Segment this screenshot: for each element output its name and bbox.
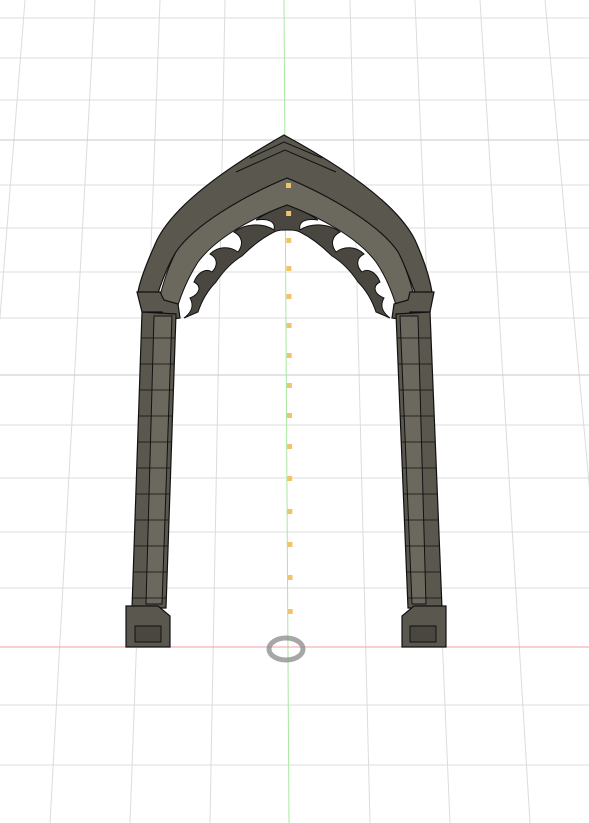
- guide-mark: [286, 211, 292, 216]
- guide-mark: [286, 383, 292, 388]
- guide-mark: [286, 323, 292, 328]
- right-base-panel: [409, 625, 437, 643]
- guide-mark: [286, 413, 292, 418]
- viewport-canvas[interactable]: [0, 0, 589, 823]
- guide-mark: [286, 238, 292, 243]
- guide-mark: [287, 444, 293, 449]
- origin-marker[interactable]: [266, 635, 306, 663]
- guide-mark: [287, 575, 293, 580]
- grid-line-vertical: [349, 0, 371, 823]
- grid-line-vertical: [49, 0, 96, 823]
- grid-line-vertical: [0, 0, 26, 323]
- guide-mark: [287, 509, 293, 514]
- guide-mark: [287, 609, 293, 614]
- guide-mark: [287, 476, 293, 481]
- grid-line-vertical: [544, 0, 589, 489]
- grid-line-vertical: [479, 0, 531, 823]
- guide-mark: [286, 266, 292, 271]
- guide-mark: [287, 542, 293, 547]
- guide-mark: [286, 183, 291, 188]
- grid-line-vertical: [209, 0, 226, 823]
- 3d-viewport[interactable]: [0, 0, 589, 823]
- guide-mark: [286, 353, 292, 358]
- guide-mark: [286, 294, 292, 299]
- y-axis-line: [283, 0, 290, 823]
- left-base-panel: [134, 625, 162, 643]
- ground-grid: [0, 0, 589, 823]
